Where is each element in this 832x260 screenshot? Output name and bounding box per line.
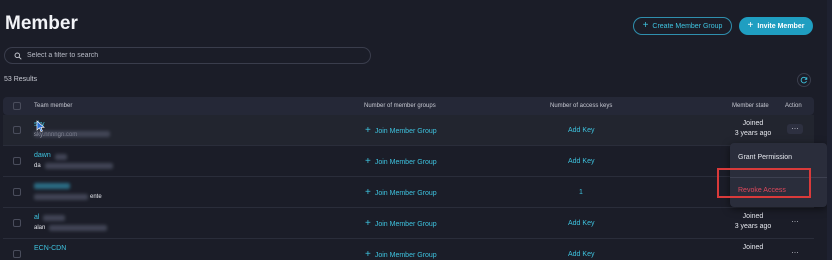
join-member-group-label: Join Member Group xyxy=(374,251,437,259)
join-member-group-label: Join Member Group xyxy=(374,220,437,228)
join-member-group-link[interactable]: + Join Member Group xyxy=(365,219,437,229)
plus-icon: + xyxy=(365,187,371,198)
row-checkbox[interactable] xyxy=(13,219,21,227)
state-since: 3 years ago xyxy=(734,130,772,137)
add-key-link[interactable]: Add Key xyxy=(568,158,594,165)
table-row[interactable]: dawn da + Join Member Group Add Key xyxy=(3,146,814,177)
create-member-group-label: Create Member Group xyxy=(652,22,723,30)
join-member-group-label: Join Member Group xyxy=(374,127,437,135)
table-header: Team member Number of member groups Numb… xyxy=(3,97,814,115)
table-row[interactable]: sky sky.nnnngn.com + Join Member Group A… xyxy=(3,115,814,146)
state-label: Joined xyxy=(742,213,764,220)
plus-icon: + xyxy=(642,20,649,31)
search-input[interactable] xyxy=(27,52,347,59)
refresh-icon xyxy=(800,71,808,89)
redacted-email xyxy=(34,194,88,200)
header-action: Action xyxy=(785,103,802,109)
redacted-email xyxy=(34,131,110,137)
member-email: da xyxy=(34,163,41,169)
invite-member-button[interactable]: + Invite Member xyxy=(739,17,813,35)
join-member-group-label: Join Member Group xyxy=(374,189,437,197)
highlight-annotation-box xyxy=(717,168,811,198)
more-actions-button[interactable]: … xyxy=(787,216,803,227)
add-key-link[interactable]: Add Key xyxy=(568,251,594,258)
plus-icon: + xyxy=(365,249,371,260)
plus-icon: + xyxy=(365,125,371,136)
member-email: alan xyxy=(34,225,46,231)
join-member-group-label: Join Member Group xyxy=(374,158,437,166)
header-member-state[interactable]: Member state xyxy=(732,103,769,109)
redacted-name xyxy=(43,215,65,221)
table-row[interactable]: ente + Join Member Group 1 xyxy=(3,177,814,208)
header-access-keys[interactable]: Number of access keys xyxy=(550,103,612,109)
header-member-groups[interactable]: Number of member groups xyxy=(364,103,436,109)
header-team-member[interactable]: Team member xyxy=(34,103,72,109)
join-member-group-link[interactable]: + Join Member Group xyxy=(365,188,437,198)
redacted-name xyxy=(55,154,67,160)
plus-icon: + xyxy=(365,218,371,229)
row-checkbox[interactable] xyxy=(13,157,21,165)
member-name[interactable]: ECN-CDN xyxy=(34,245,66,252)
scrollbar-track[interactable] xyxy=(827,0,832,260)
select-all-checkbox[interactable] xyxy=(13,102,21,110)
plus-icon: + xyxy=(747,20,754,31)
invite-member-label: Invite Member xyxy=(757,22,805,30)
member-email: ente xyxy=(90,194,102,200)
more-actions-button[interactable]: … xyxy=(787,247,803,258)
add-key-link[interactable]: Add Key xyxy=(568,127,594,134)
refresh-button[interactable] xyxy=(797,73,811,87)
state-since: 3 years ago xyxy=(734,223,772,230)
state-label: Joined xyxy=(742,120,764,127)
results-count: 53 Results xyxy=(4,76,38,83)
create-member-group-button[interactable]: + Create Member Group xyxy=(633,17,732,35)
row-checkbox[interactable] xyxy=(13,250,21,258)
join-member-group-link[interactable]: + Join Member Group xyxy=(365,157,437,167)
redacted-email xyxy=(49,225,107,231)
member-page: Member + Create Member Group + Invite Me… xyxy=(0,0,832,260)
row-checkbox[interactable] xyxy=(13,126,21,134)
member-name[interactable]: al xyxy=(34,214,39,221)
table-row[interactable]: ECN-CDN + Join Member Group Add Key Join… xyxy=(3,239,814,260)
member-name[interactable]: dawn xyxy=(34,152,51,159)
redacted-name xyxy=(34,183,70,189)
member-state: Joined 3 years ago xyxy=(730,212,776,232)
redacted-email xyxy=(45,163,113,169)
row-checkbox[interactable] xyxy=(13,188,21,196)
access-key-count[interactable]: 1 xyxy=(579,189,583,196)
cursor-icon xyxy=(36,120,45,138)
grant-permission-item[interactable]: Grant Permission xyxy=(738,154,792,161)
more-actions-button[interactable]: … xyxy=(787,123,803,134)
plus-icon: + xyxy=(365,156,371,167)
table-row[interactable]: al alan + Join Member Group Add Key Join… xyxy=(3,208,814,239)
member-state: Joined xyxy=(730,243,776,253)
member-table: Team member Number of member groups Numb… xyxy=(3,97,814,260)
join-member-group-link[interactable]: + Join Member Group xyxy=(365,250,437,260)
add-key-link[interactable]: Add Key xyxy=(568,220,594,227)
search-bar[interactable] xyxy=(4,47,371,64)
join-member-group-link[interactable]: + Join Member Group xyxy=(365,126,437,136)
search-icon xyxy=(14,47,22,65)
state-label: Joined xyxy=(742,244,764,251)
member-state: Joined 3 years ago xyxy=(730,119,776,139)
page-title: Member xyxy=(5,13,78,34)
